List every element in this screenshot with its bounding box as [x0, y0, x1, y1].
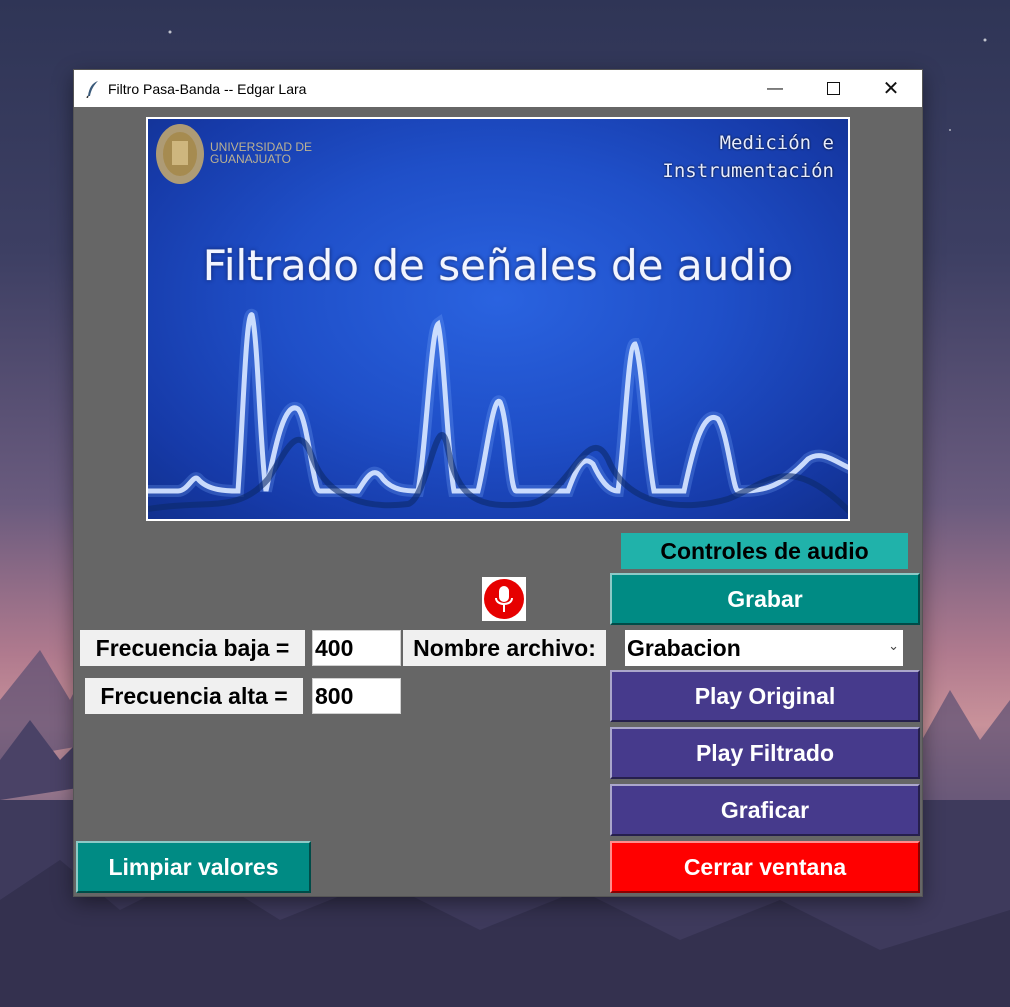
header-banner-image: UNIVERSIDAD DE GUANAJUATO Medición e Ins… — [146, 117, 850, 521]
banner-title: Filtrado de señales de audio — [202, 241, 794, 290]
plot-button[interactable]: Graficar — [610, 784, 920, 836]
close-icon: ✕ — [882, 78, 900, 100]
mic-button[interactable] — [482, 577, 526, 621]
record-button[interactable]: Grabar — [610, 573, 920, 625]
course-name: Medición e Instrumentación — [662, 132, 834, 182]
play-filtered-button[interactable]: Play Filtrado — [610, 727, 920, 779]
university-seal-icon — [156, 124, 204, 184]
maximize-button[interactable] — [804, 70, 862, 107]
close-button[interactable]: ✕ — [862, 70, 920, 107]
clear-values-button[interactable]: Limpiar valores — [76, 841, 311, 893]
filename-label: Nombre archivo: — [403, 630, 606, 666]
title-bar[interactable]: Filtro Pasa-Banda -- Edgar Lara — ✕ — [74, 70, 922, 107]
microphone-icon — [484, 579, 524, 619]
app-window: Filtro Pasa-Banda -- Edgar Lara — ✕ UNIV… — [74, 70, 922, 896]
window-title: Filtro Pasa-Banda -- Edgar Lara — [108, 80, 307, 97]
low-frequency-label: Frecuencia baja = — [80, 630, 305, 666]
minimize-icon: — — [767, 79, 783, 97]
maximize-icon — [826, 82, 840, 95]
feather-icon — [86, 80, 98, 98]
high-frequency-label: Frecuencia alta = — [85, 678, 303, 714]
university-name: UNIVERSIDAD DE GUANAJUATO — [210, 140, 313, 166]
play-original-button[interactable]: Play Original — [610, 670, 920, 722]
high-frequency-input[interactable]: 800 — [312, 678, 401, 714]
audio-controls-header: Controles de audio — [621, 533, 908, 569]
low-frequency-input[interactable]: 400 — [312, 630, 401, 666]
minimize-button[interactable]: — — [746, 70, 804, 107]
chevron-down-icon[interactable]: ⌄ — [888, 638, 899, 654]
filename-combobox[interactable]: Grabacion ⌄ — [625, 630, 903, 666]
filename-value: Grabacion — [627, 634, 741, 661]
close-window-button[interactable]: Cerrar ventana — [610, 841, 920, 893]
